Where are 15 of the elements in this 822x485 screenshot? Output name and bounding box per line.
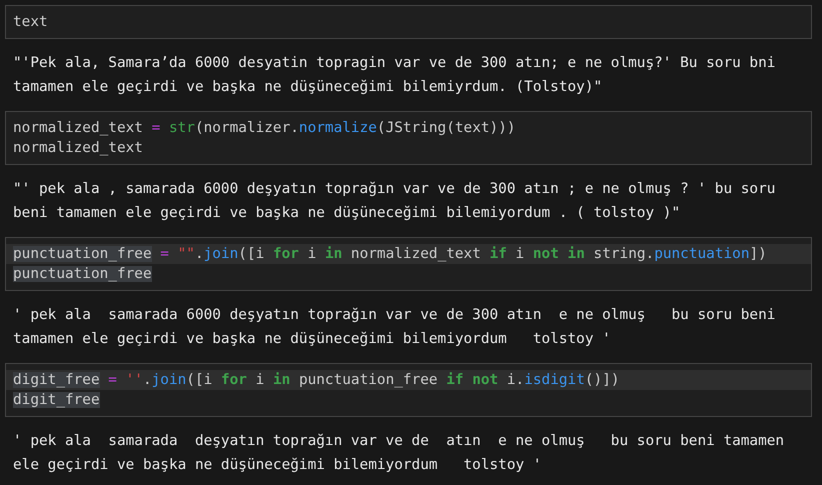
code-cell[interactable]: digit_free = ''.join([i for i in punctuation_free if not i.isdigit()]) digit_free bbox=[5, 363, 812, 417]
code-cell[interactable]: text bbox=[5, 5, 812, 39]
code-cell[interactable]: punctuation_free = "".join([i for i in normalized_text if i not in string.punctuation]) punctuation_free bbox=[5, 237, 812, 291]
output-text: "' pek ala , samarada 6000 deşyatın toprağın var ve de 300 atın ; e ne olmuş ? ' bu soru bbox=[13, 180, 776, 199]
output-text: ele geçirdi ve başka ne düşüneceğimi bilemiyordum tolstoy ' bbox=[13, 456, 542, 475]
output-text: tamamen ele geçirdi ve başka ne düşüneceğimi bilemiyordum tolstoy ' bbox=[13, 330, 611, 349]
output-text: tamamen ele geçirdi ve başka ne düşüneceğimi bilemiyrdum. (Tolstoy)" bbox=[13, 78, 602, 97]
output-text: ' pek ala samarada 6000 deşyatın toprağın var ve de 300 atın e ne olmuş bu soru beni bbox=[13, 306, 776, 325]
code-line: normalized_text = str(normalizer.normalize(JString(text))) bbox=[12, 119, 517, 138]
output-text: beni tamamen ele geçirdi ve başka ne düşüneceğimi bilemiyordum . ( tolstoy )" bbox=[13, 204, 680, 223]
code-line: normalized_text bbox=[12, 139, 144, 158]
output-text: "'Pek ala, Samara’da 6000 desyatin topragin var ve de 300 atın; e ne olmuş?' Bu soru bni bbox=[13, 54, 776, 73]
output-text: ' pek ala samarada deşyatın toprağın var ve de atın e ne olmuş bu soru beni tamamen bbox=[13, 432, 784, 451]
code-cell[interactable]: normalized_text = str(normalizer.normalize(JString(text))) normalized_text bbox=[5, 111, 812, 165]
code-line: text bbox=[12, 13, 49, 32]
